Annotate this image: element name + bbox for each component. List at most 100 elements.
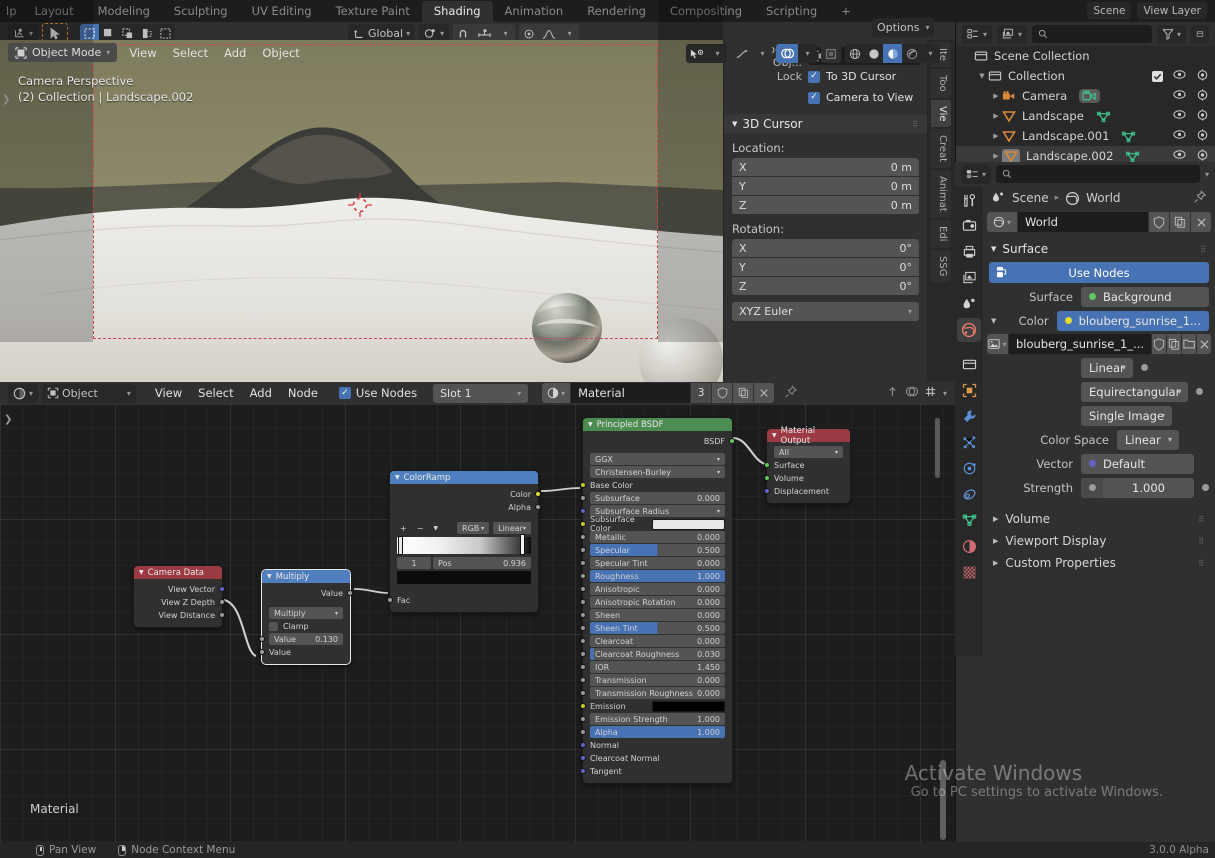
color-swatch[interactable] — [652, 700, 725, 712]
principled-input-emission-strength[interactable]: Emission Strength 1.000 — [580, 713, 725, 725]
principled-input-clearcoat[interactable]: Clearcoat 0.000 — [580, 635, 725, 647]
properties-tab-material[interactable] — [957, 534, 981, 558]
input-socket[interactable] — [580, 690, 586, 696]
output-socket[interactable] — [219, 586, 225, 592]
fake-user-icon[interactable] — [1149, 212, 1169, 232]
node-multiply[interactable]: ▼ Multiply Value Multiply ▾ Clamp Value 0.1… — [259, 569, 353, 665]
colorramp-fac-socket[interactable] — [387, 597, 393, 603]
viewlayer-selector[interactable]: View Layer — [1137, 2, 1207, 19]
properties-tab-object[interactable] — [957, 378, 981, 402]
panel-drag-dots[interactable]: ⠿ — [1198, 559, 1205, 568]
input-socket[interactable] — [580, 521, 586, 527]
outliner-new-collection-icon[interactable] — [1191, 24, 1209, 44]
multiply-output-socket[interactable] — [347, 590, 353, 596]
node-material-output[interactable]: ▼ Material Output All ▾ Surface Volume Displ… — [764, 426, 851, 504]
input-socket[interactable] — [580, 651, 586, 657]
shader-type-dropdown[interactable]: Object ▾ — [42, 383, 136, 403]
outliner-search-input[interactable] — [1032, 25, 1152, 43]
scene-selector[interactable]: Scene — [1087, 2, 1132, 19]
value-slider[interactable]: Clearcoat 0.000 — [590, 635, 725, 647]
multiply-operation-dropdown[interactable]: Multiply ▾ — [269, 607, 343, 619]
principled-input-roughness[interactable]: Roughness 1.000 — [580, 570, 725, 582]
distribution-dropdown[interactable]: GGX ▾ — [590, 453, 725, 465]
overlays-chevron-icon[interactable]: ▾ — [798, 44, 817, 63]
value-slider[interactable]: Anisotropic 0.000 — [590, 583, 725, 595]
shading-mode-group[interactable]: ▾ — [845, 44, 940, 63]
surface-section-header[interactable]: ▼ Surface ⠿ — [983, 238, 1215, 260]
colorramp-index-field[interactable]: 1 — [397, 557, 431, 569]
unlink-world-icon[interactable] — [1191, 212, 1211, 232]
outliner-data-icon[interactable] — [1096, 110, 1111, 123]
principled-input-subsurface-color[interactable]: Subsurface Color — [580, 515, 725, 533]
value-slider[interactable]: Specular Tint 0.000 — [590, 557, 725, 569]
value-slider[interactable]: Anisotropic Rotation 0.000 — [590, 596, 725, 608]
multiply-value1-slider[interactable]: Value 0.130 — [269, 633, 343, 645]
camera-to-view-checkbox[interactable]: ✓ — [808, 91, 820, 104]
workspace-tab-modeling[interactable]: Modeling — [86, 1, 162, 22]
input-socket[interactable] — [580, 703, 586, 709]
outliner-hide-eye-icon[interactable] — [1173, 129, 1186, 143]
outliner-hide-eye-icon[interactable] — [1173, 109, 1186, 123]
shader-menu-node[interactable]: Node — [281, 384, 325, 402]
properties-tab-tool[interactable] — [957, 188, 981, 212]
value-slider[interactable]: Sheen 0.000 — [590, 609, 725, 621]
source-dropdown[interactable]: Single Image ▾ — [1081, 405, 1173, 426]
strength-slider[interactable]: 1.000 — [1081, 477, 1194, 498]
colorramp-color-socket[interactable] — [535, 491, 541, 497]
overlay-dropdown[interactable]: ▾ — [776, 44, 817, 63]
input-socket[interactable] — [580, 729, 586, 735]
input-socket[interactable] — [580, 508, 586, 514]
multiply-header[interactable]: ▼ Multiply — [262, 570, 350, 583]
outliner-hide-eye-icon[interactable] — [1173, 69, 1186, 83]
euler-order-dropdown[interactable]: XYZ Euler ▾ — [732, 302, 919, 321]
solid-shading-icon[interactable] — [864, 44, 883, 63]
colorramp-pos-slider[interactable]: Pos 0.936 — [433, 557, 531, 569]
principled-input-anisotropic[interactable]: Anisotropic 0.000 — [580, 583, 725, 595]
input-socket[interactable] — [764, 488, 770, 494]
colorramp-gradient-widget[interactable] — [397, 534, 531, 555]
outliner-row-landscape[interactable]: ▶ Landscape — [956, 106, 1215, 126]
properties-tab-output[interactable] — [957, 240, 981, 264]
panel-drag-dots[interactable]: ⠿ — [1198, 515, 1205, 524]
use-nodes-button[interactable]: Use Nodes — [989, 262, 1209, 283]
outliner-data-icon[interactable] — [1079, 89, 1101, 103]
duplicate-image-icon[interactable] — [1167, 334, 1182, 354]
value-slider[interactable]: Specular 0.500 — [590, 544, 725, 556]
material-name-field[interactable]: Material — [571, 383, 691, 403]
shader-editor-type-button[interactable]: ▾ — [8, 383, 39, 403]
image-browse-dropdown[interactable]: ▾ — [987, 334, 1008, 354]
gizmo-chevron-icon[interactable]: ▾ — [753, 44, 772, 63]
panel-drag-dots[interactable]: ⠿ — [1198, 537, 1205, 546]
material-fake-user-icon[interactable] — [712, 383, 733, 403]
outliner-row-scene-collection[interactable]: Scene Collection — [956, 46, 1215, 66]
cursor-rotation-x[interactable]: X 0° — [732, 239, 919, 257]
clamp-checkbox[interactable] — [269, 621, 278, 631]
value-slider[interactable]: Transmission 0.000 — [590, 674, 725, 686]
properties-tab-render[interactable] — [957, 214, 981, 238]
properties-tab-constraint[interactable] — [957, 482, 981, 506]
unlink-image-icon[interactable] — [1197, 334, 1212, 354]
value-slider[interactable]: Transmission Roughness 0.000 — [590, 687, 725, 699]
wireframe-shading-icon[interactable] — [845, 44, 864, 63]
shader-menu-add[interactable]: Add — [243, 384, 279, 402]
principled-input-ior[interactable]: IOR 1.450 — [580, 661, 725, 673]
multiply-value2-socket[interactable] — [259, 649, 265, 655]
pin-icon[interactable] — [1193, 189, 1207, 207]
colorramp-stop-color-swatch[interactable] — [397, 570, 531, 584]
value-slider[interactable]: Emission Strength 1.000 — [590, 713, 725, 725]
object-mode-dropdown[interactable]: Object Mode ▾ — [8, 43, 118, 62]
colorramp-menu-chevron-icon[interactable]: ▼ — [430, 525, 441, 532]
colorramp-stop-color-row[interactable] — [397, 570, 531, 584]
input-socket[interactable] — [580, 755, 586, 761]
node-overlays-icon[interactable] — [905, 385, 918, 401]
principled-input-anisotropic-rotation[interactable]: Anisotropic Rotation 0.000 — [580, 596, 725, 608]
outliner-data-icon[interactable] — [1121, 130, 1136, 143]
principled-input-metallic[interactable]: Metallic 0.000 — [580, 531, 725, 543]
rendered-shading-icon[interactable] — [902, 44, 921, 63]
interpolation-dropdown[interactable]: Linear ▾ — [1081, 357, 1133, 378]
color-expand-triangle-icon[interactable]: ▼ — [989, 317, 998, 325]
use-nodes-checkbox[interactable]: ✓ — [338, 387, 351, 399]
input-socket[interactable] — [580, 599, 586, 605]
principled-input-sheen[interactable]: Sheen 0.000 — [580, 609, 725, 621]
panel-header-3d-cursor[interactable]: ▼ 3D Cursor ⠿ — [724, 114, 927, 134]
